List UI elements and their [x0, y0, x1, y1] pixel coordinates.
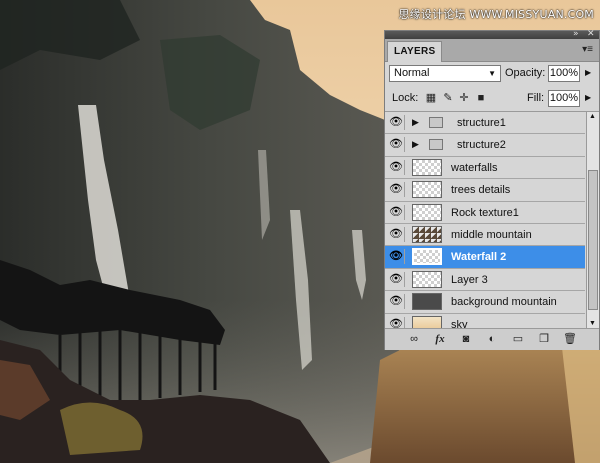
eye-icon[interactable]: 👁 [388, 182, 405, 198]
layer-list-scrollbar[interactable]: ▲ ▼ [586, 112, 599, 328]
layer-name: structure2 [457, 139, 506, 152]
lock-fill-row: Lock: ▦ ✎ ✛ ■ Fill: 100% ▶ [385, 87, 599, 112]
layer-name: background mountain [451, 296, 557, 309]
layer-thumbnail [412, 225, 442, 243]
eye-icon[interactable]: 👁 [388, 159, 405, 175]
eye-icon[interactable]: 👁 [388, 271, 405, 287]
layer-thumbnail [412, 270, 442, 288]
panel-footer: ∞ fx ◙ ◐ ▭ ❐ 🗑 [385, 328, 599, 350]
eye-icon[interactable]: 👁 [388, 249, 405, 265]
layer-list: 👁 ▶ structure1 👁 ▶ structure2 👁 waterfal… [385, 112, 585, 336]
eye-icon[interactable]: 👁 [388, 226, 405, 242]
blend-mode-value: Normal [394, 67, 430, 79]
folder-icon [429, 117, 443, 128]
layer-thumbnail [412, 203, 442, 221]
eye-icon[interactable]: 👁 [388, 204, 405, 220]
fx-icon[interactable]: fx [433, 333, 447, 345]
link-layers-icon[interactable]: ∞ [407, 333, 421, 345]
eye-icon[interactable]: 👁 [388, 137, 405, 153]
tab-bar: LAYERS ▾≡ [385, 39, 599, 62]
trash-icon[interactable]: 🗑 [563, 333, 577, 345]
blend-mode-select[interactable]: Normal ▼ [389, 65, 501, 82]
adjustment-layer-icon[interactable]: ◐ [485, 333, 499, 345]
layer-name: Rock texture1 [451, 206, 519, 219]
layer-row[interactable]: 👁 ▶ structure2 [385, 134, 585, 157]
opacity-slider-arrow-icon[interactable]: ▶ [585, 68, 591, 77]
layer-row-selected[interactable]: 👁 Waterfall 2 [385, 246, 585, 269]
layer-thumbnail [412, 293, 442, 311]
layer-row[interactable]: 👁 waterfalls [385, 156, 585, 180]
layer-thumbnail [412, 181, 442, 199]
layer-mask-icon[interactable]: ◙ [459, 333, 473, 345]
layers-panel: » ✕ LAYERS ▾≡ Normal ▼ Opacity: 100% ▶ L… [384, 29, 600, 350]
layer-row[interactable]: 👁 background mountain [385, 291, 585, 314]
layer-row[interactable]: 👁 Layer 3 [385, 268, 585, 292]
layer-name: middle mountain [451, 228, 532, 241]
layer-name: Waterfall 2 [451, 251, 507, 264]
scrollbar-thumb[interactable] [588, 170, 598, 310]
layer-thumbnail [412, 248, 442, 266]
folder-icon [429, 139, 443, 151]
eye-icon[interactable]: 👁 [388, 115, 405, 130]
expand-arrow-icon[interactable]: ▶ [412, 117, 419, 128]
eye-icon[interactable]: 👁 [388, 294, 405, 310]
scroll-up-icon[interactable]: ▲ [589, 113, 596, 120]
panel-menu-icon[interactable]: ▾≡ [582, 44, 593, 55]
panel-title-bar[interactable]: » ✕ [385, 29, 599, 39]
layer-name: waterfalls [451, 161, 498, 174]
layer-name: structure1 [457, 117, 506, 129]
scroll-down-icon[interactable]: ▼ [589, 320, 596, 327]
layer-row[interactable]: 👁 ▶ structure1 [385, 112, 585, 135]
lock-transparency-icon[interactable]: ▦ [425, 92, 437, 104]
expand-arrow-icon[interactable]: ▶ [412, 139, 419, 150]
lock-label: Lock: [392, 92, 419, 104]
opacity-field[interactable]: 100% [548, 65, 580, 82]
layer-row[interactable]: 👁 trees details [385, 179, 585, 202]
new-layer-icon[interactable]: ❐ [537, 333, 551, 345]
fill-slider-arrow-icon[interactable]: ▶ [585, 93, 591, 102]
new-group-icon[interactable]: ▭ [511, 333, 525, 345]
layer-row[interactable]: 👁 middle mountain [385, 223, 585, 247]
blend-opacity-row: Normal ▼ Opacity: 100% ▶ [385, 61, 599, 87]
tab-layers[interactable]: LAYERS [387, 41, 443, 62]
lock-position-icon[interactable]: ✛ [458, 92, 470, 104]
layer-name: trees details [451, 184, 511, 197]
fill-label: Fill: [527, 92, 545, 104]
layer-name: Layer 3 [451, 273, 488, 286]
lock-image-pixels-icon[interactable]: ✎ [442, 92, 454, 104]
fill-field[interactable]: 100% [548, 90, 580, 107]
layer-row[interactable]: 👁 Rock texture1 [385, 201, 585, 224]
lock-all-icon[interactable]: ■ [475, 92, 487, 104]
layer-thumbnail [412, 158, 442, 176]
watermark-text: 思缘设计论坛 WWW.MISSYUAN.COM [398, 8, 594, 21]
opacity-label: Opacity: [505, 67, 546, 79]
chevron-down-icon: ▼ [488, 69, 496, 78]
